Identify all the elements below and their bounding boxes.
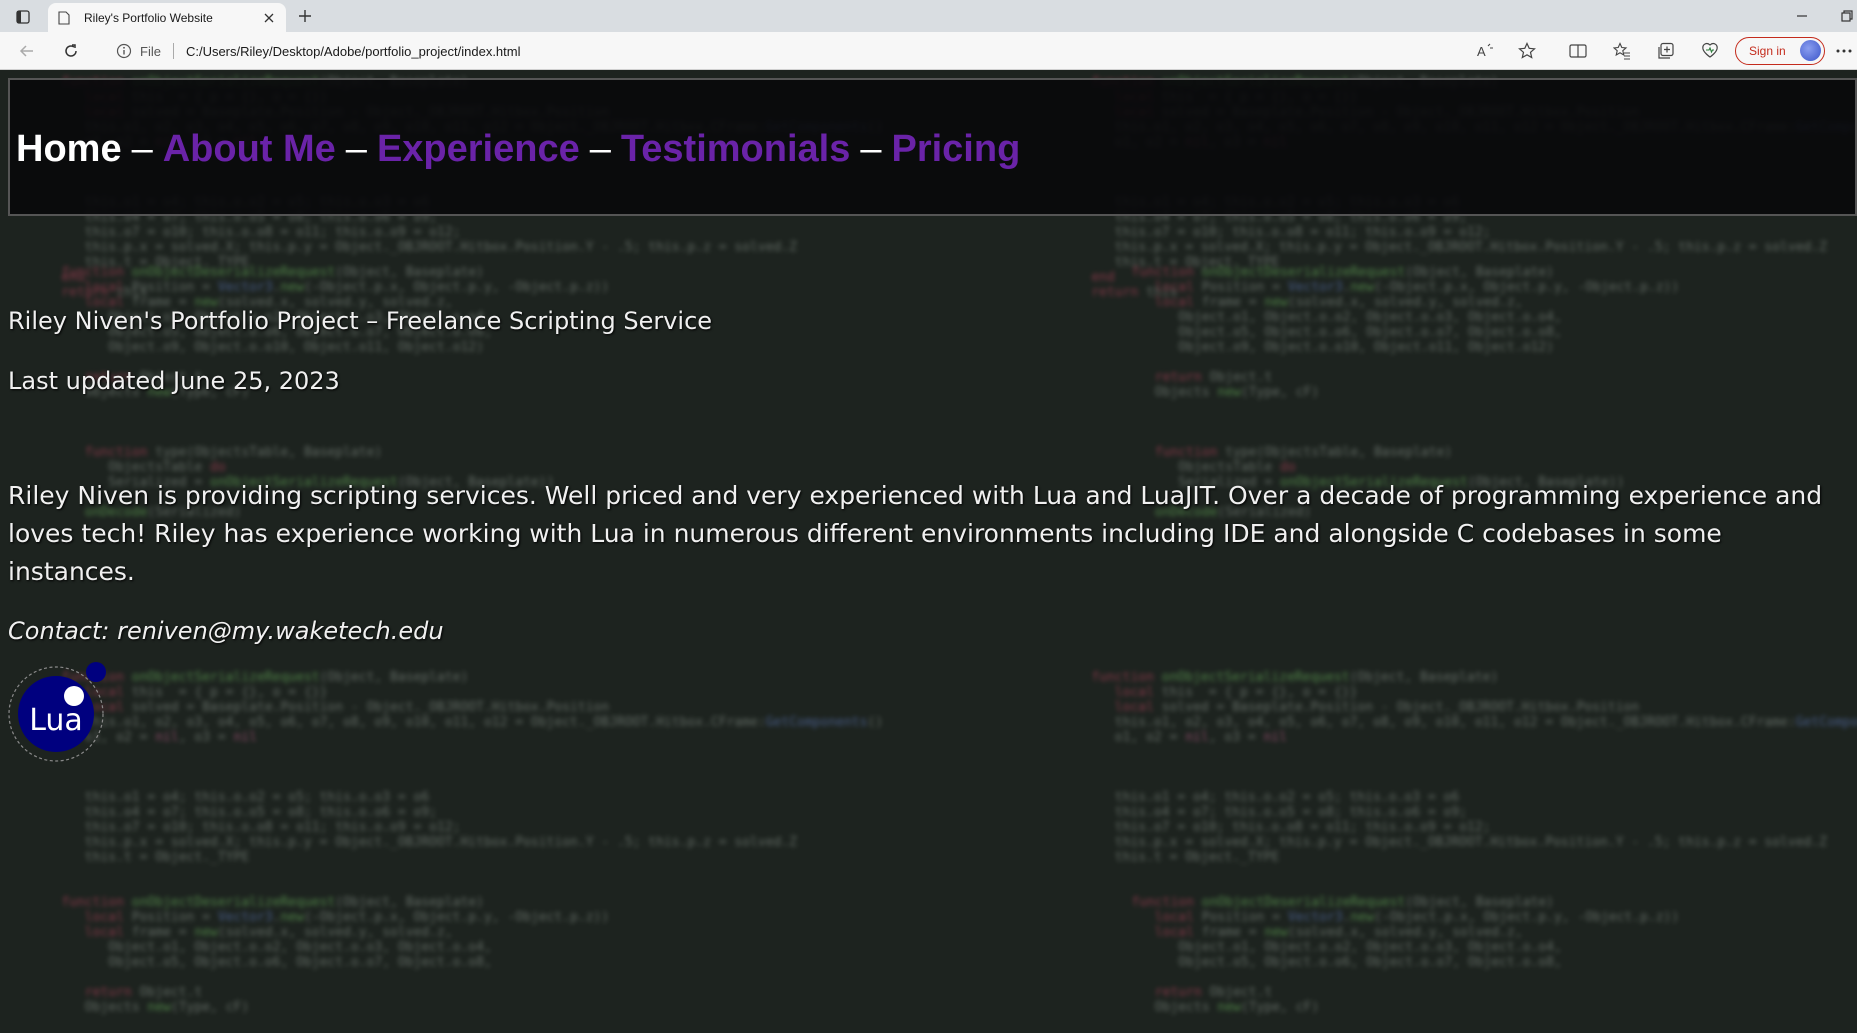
nav-testimonials-link[interactable]: Testimonials — [621, 128, 850, 170]
tab-title: Riley's Portfolio Website — [84, 10, 213, 25]
url-text[interactable]: C:/Users/Riley/Desktop/Adobe/portfolio_p… — [186, 44, 521, 59]
browser-tab-bar: Riley's Portfolio Website — [0, 0, 1857, 32]
read-aloud-icon[interactable]: A — [1476, 41, 1496, 61]
nav-separator: – — [589, 128, 611, 170]
nav-separator: – — [860, 128, 882, 170]
svg-text:A: A — [1477, 44, 1486, 59]
more-options-icon[interactable] — [1834, 41, 1854, 61]
nav-separator: – — [345, 128, 367, 170]
lua-logo-text: Lua — [29, 703, 83, 738]
nav-separator: – — [131, 128, 153, 170]
nav-links: Home – About Me – Experience – Testimonials – Pr… — [16, 128, 1020, 171]
url-scheme-label: File — [140, 43, 161, 59]
site-navbar: Home – About Me – Experience – Testimonials – Pr… — [8, 78, 1857, 216]
nav-home-link[interactable]: Home — [16, 128, 122, 170]
sign-in-button[interactable]: Sign in — [1735, 37, 1825, 65]
lua-logo: Lua — [8, 662, 106, 762]
browser-tab[interactable]: Riley's Portfolio Website — [48, 3, 286, 32]
last-updated: Last updated June 25, 2023 — [8, 367, 340, 395]
bio-paragraph: Riley Niven is providing scripting servi… — [8, 481, 1823, 586]
sign-in-label: Sign in — [1749, 44, 1786, 58]
back-icon[interactable] — [14, 39, 40, 63]
page-headline: Riley Niven's Portfolio Project – Freela… — [8, 307, 713, 335]
refresh-icon[interactable] — [58, 39, 84, 63]
address-toolbar: File C:/Users/Riley/Desktop/Adobe/portfo… — [0, 32, 1857, 70]
split-screen-icon[interactable] — [1568, 41, 1588, 61]
address-bar[interactable]: File C:/Users/Riley/Desktop/Adobe/portfo… — [108, 37, 1528, 65]
new-tab-icon[interactable] — [294, 5, 316, 27]
nav-about-link[interactable]: About Me — [163, 128, 336, 170]
favorites-icon[interactable] — [1612, 41, 1632, 61]
main-content: Riley Niven's Portfolio Project – Freela… — [8, 305, 1848, 647]
info-icon[interactable] — [116, 43, 132, 59]
web-page: function onObjectSerializeRequest(Object… — [0, 70, 1857, 1033]
favorite-star-icon[interactable] — [1517, 41, 1537, 61]
lua-moon-icon — [86, 662, 106, 682]
contact-email[interactable]: Contact: reniven@my.waketech.edu — [8, 615, 1848, 647]
url-separator — [172, 43, 174, 59]
restore-window-icon[interactable] — [1840, 8, 1854, 22]
nav-pricing-link[interactable]: Pricing — [891, 128, 1020, 170]
browser-essentials-icon[interactable] — [1700, 41, 1720, 61]
tab-actions-icon[interactable] — [10, 6, 36, 28]
collections-icon[interactable] — [1656, 41, 1676, 61]
page-icon — [58, 10, 70, 25]
nav-experience-link[interactable]: Experience — [377, 128, 580, 170]
minimize-icon[interactable] — [1795, 8, 1809, 22]
close-tab-icon[interactable] — [262, 11, 276, 25]
avatar — [1800, 40, 1821, 61]
